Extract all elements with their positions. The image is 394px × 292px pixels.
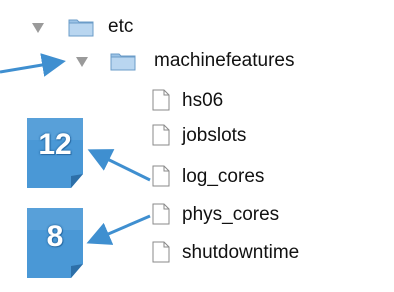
callout-value-text: 8 xyxy=(46,220,64,253)
arrow-to-log-cores xyxy=(87,149,151,182)
callout-phys-cores-value: 8 xyxy=(27,208,83,278)
arrow-to-machinefeatures xyxy=(0,53,66,77)
arrow-to-phys-cores xyxy=(86,214,151,245)
file-tree-panel: etc machinefeatures hs06 jobslots log_co… xyxy=(0,0,394,292)
callout-log-cores-value: 12 xyxy=(27,118,83,188)
callout-value-text: 12 xyxy=(38,128,72,161)
